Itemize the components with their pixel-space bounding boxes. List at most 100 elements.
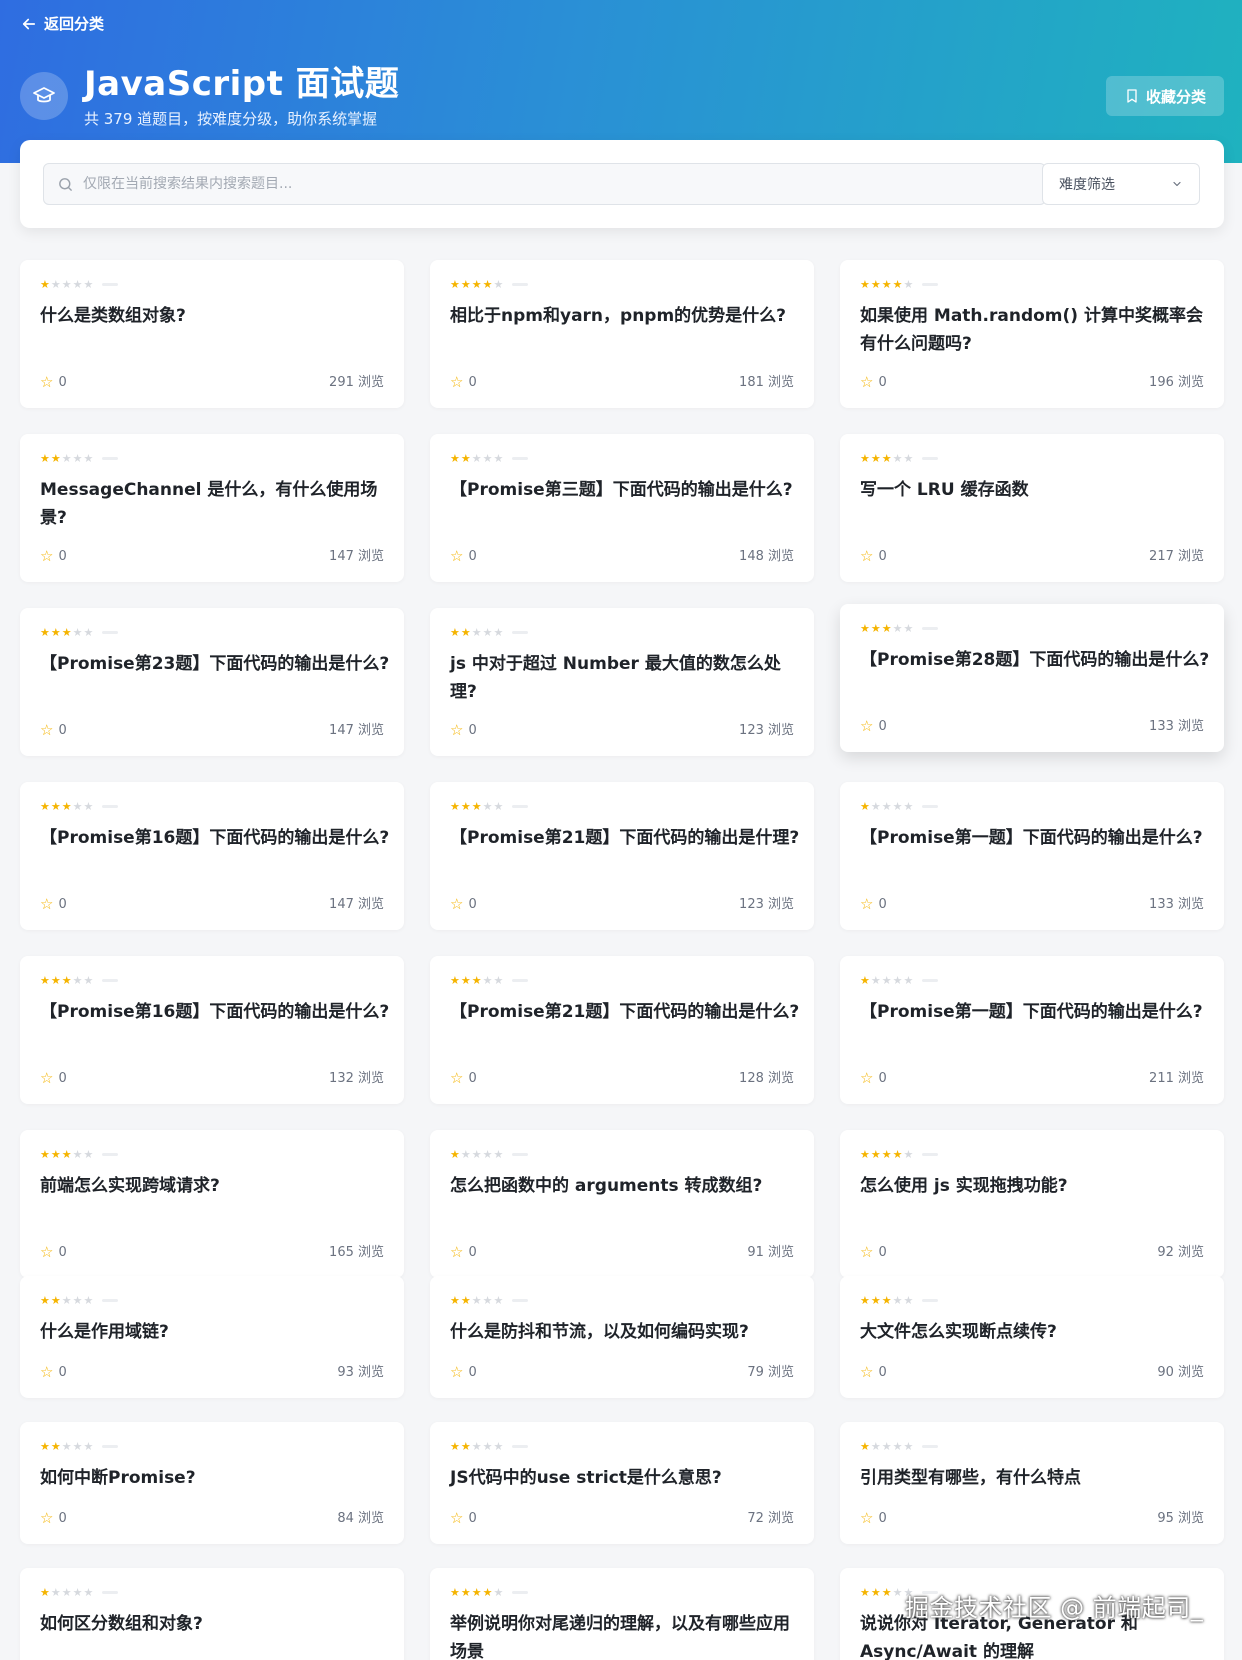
difficulty-divider <box>102 1591 119 1594</box>
star-empty-icon: ★ <box>83 452 94 465</box>
star-filled-icon: ★ <box>860 1294 870 1307</box>
star-filled-icon: ★ <box>860 800 870 813</box>
favorite-count[interactable]: ☆ 0 <box>40 549 67 565</box>
search-input[interactable] <box>83 176 1023 192</box>
difficulty-divider <box>512 979 529 982</box>
favorite-count[interactable]: ☆ 0 <box>450 1511 477 1527</box>
back-link[interactable]: 返回分类 <box>20 13 104 34</box>
star-empty-icon: ★ <box>892 974 903 987</box>
favorite-count-value: 0 <box>58 897 67 912</box>
star-filled-icon: ★ <box>460 1294 471 1307</box>
star-outline-icon: ☆ <box>450 895 464 913</box>
difficulty-stars: ★ ★ ★ ★ ★ <box>860 1149 939 1160</box>
star-empty-icon: ★ <box>50 1586 61 1599</box>
favorite-count[interactable]: ☆ 0 <box>40 723 67 739</box>
star-empty-icon: ★ <box>493 626 504 639</box>
view-count: 84 浏览 <box>337 1511 384 1526</box>
star-empty-icon: ★ <box>83 800 94 813</box>
star-empty-icon: ★ <box>881 800 892 813</box>
chevron-down-icon <box>1173 181 1181 187</box>
difficulty-stars: ★ ★ ★ ★ ★ <box>450 626 529 639</box>
question-card[interactable]: ★ ★ ★ ★ ★ 【Promise第21题】下面代码的输出是什理? ☆ 0 123 浏览 <box>430 782 814 930</box>
difficulty-divider <box>102 1299 119 1302</box>
favorite-count[interactable]: ☆ 0 <box>860 1365 887 1381</box>
star-filled-icon: ★ <box>892 278 903 291</box>
question-card[interactable]: ★ ★ ★ ★ ★ js 中对于超过 Number 最大值的数怎么处理? ☆ 0 123 浏览 <box>430 608 814 756</box>
difficulty-stars: ★ ★ ★ ★ ★ <box>860 1440 939 1453</box>
question-card[interactable]: ★ ★ ★ ★ ★ 什么是类数组对象? ☆ 0 291 浏览 <box>20 260 404 408</box>
favorite-count[interactable]: ☆ 0 <box>450 1365 477 1381</box>
favorite-category-button[interactable]: 收藏分类 <box>1106 76 1224 116</box>
favorite-count[interactable]: ☆ 0 <box>450 549 477 565</box>
favorite-count[interactable]: ☆ 0 <box>40 1071 67 1087</box>
favorite-count[interactable]: ☆ 0 <box>860 1511 887 1527</box>
favorite-count[interactable]: ☆ 0 <box>40 1245 67 1261</box>
difficulty-divider <box>512 1445 529 1448</box>
star-outline-icon: ☆ <box>450 1069 464 1087</box>
question-card[interactable]: ★ ★ ★ ★ ★ 怎么使用 js 实现拖拽功能? ☆ 0 92 浏览 <box>840 1130 1224 1278</box>
question-card[interactable]: ★ ★ ★ ★ ★ JS代码中的use strict是什么意思? ☆ 0 72 浏览 <box>430 1422 814 1544</box>
favorite-count-value: 0 <box>468 1071 477 1086</box>
difficulty-filter-select[interactable]: 难度筛选 <box>1042 163 1200 205</box>
question-card[interactable]: ★ ★ ★ ★ ★ 举例说明你对尾递归的理解，以及有哪些应用场景 <box>430 1568 814 1660</box>
favorite-category-label: 收藏分类 <box>1145 87 1206 106</box>
question-card[interactable]: ★ ★ ★ ★ ★ 前端怎么实现跨域请求? ☆ 0 165 浏览 <box>20 1130 404 1278</box>
star-empty-icon: ★ <box>892 622 903 635</box>
question-card[interactable]: ★ ★ ★ ★ ★ 大文件怎么实现断点续传? ☆ 0 90 浏览 <box>840 1276 1224 1398</box>
favorite-count[interactable]: ☆ 0 <box>40 1511 67 1527</box>
favorite-count[interactable]: ☆ 0 <box>450 1069 477 1087</box>
question-card[interactable]: ★ ★ ★ ★ ★ 【Promise第16题】下面代码的输出是什么? ☆ 0 147 浏览 <box>20 782 404 930</box>
question-title: 相比于npm和yarn，pnpm的优势是什么? <box>450 306 787 326</box>
question-card[interactable]: ★ ★ ★ ★ ★ 如何区分数组和对象? <box>20 1568 404 1660</box>
question-card[interactable]: ★ ★ ★ ★ ★ 【Promise第一题】下面代码的输出是什么? ☆ 0 133 浏览 <box>840 782 1224 930</box>
difficulty-divider <box>512 805 529 808</box>
favorite-count[interactable]: ☆ 0 <box>450 895 477 913</box>
star-filled-icon: ★ <box>881 1294 892 1307</box>
star-empty-icon: ★ <box>482 1148 493 1161</box>
question-card[interactable]: ★ ★ ★ ★ ★ 如何中断Promise? ☆ 0 84 浏览 <box>20 1422 404 1544</box>
star-outline-icon: ☆ <box>40 1363 54 1381</box>
star-empty-icon: ★ <box>881 1440 892 1453</box>
question-card[interactable]: ★ ★ ★ ★ ★ 如果使用 Math.random() 计算中奖概率会有什么问题吗? ☆ 0… <box>840 260 1224 408</box>
favorite-count-value: 0 <box>468 1245 477 1260</box>
star-empty-icon: ★ <box>482 1440 493 1453</box>
question-card[interactable]: ★ ★ ★ ★ ★ 【Promise第23题】下面代码的输出是什么? ☆ 0 147 浏览 <box>20 608 404 756</box>
question-card[interactable]: ★ ★ ★ ★ ★ 【Promise第三题】下面代码的输出是什么? ☆ 0 148 浏览 <box>430 434 814 582</box>
question-card[interactable]: ★ ★ ★ ★ ★ 【Promise第28题】下面代码的输出是什么? ☆ 0 133 浏览 <box>840 604 1224 752</box>
favorite-count-value: 0 <box>58 723 67 738</box>
favorite-count[interactable]: ☆ 0 <box>860 375 887 391</box>
question-card[interactable]: ★ ★ ★ ★ ★ 相比于npm和yarn，pnpm的优势是什么? ☆ 0 181 浏览 <box>430 260 814 408</box>
favorite-count[interactable]: ☆ 0 <box>860 549 887 565</box>
question-title: 【Promise第16题】下面代码的输出是什么? <box>40 1002 390 1022</box>
view-count: 91 浏览 <box>747 1245 794 1260</box>
favorite-count[interactable]: ☆ 0 <box>860 1071 887 1087</box>
star-filled-icon: ★ <box>40 974 50 987</box>
difficulty-divider <box>922 627 939 630</box>
favorite-count[interactable]: ☆ 0 <box>450 723 477 739</box>
difficulty-divider <box>512 283 529 286</box>
favorite-count[interactable]: ☆ 0 <box>450 1245 477 1261</box>
favorite-count[interactable]: ☆ 0 <box>860 719 887 735</box>
difficulty-stars: ★ ★ ★ ★ ★ <box>860 1294 939 1307</box>
favorite-count[interactable]: ☆ 0 <box>860 897 887 913</box>
difficulty-divider <box>922 1445 939 1448</box>
question-card[interactable]: ★ ★ ★ ★ ★ 【Promise第16题】下面代码的输出是什么? ☆ 0 132 浏览 <box>20 956 404 1104</box>
star-outline-icon: ☆ <box>40 373 54 391</box>
question-card[interactable]: ★ ★ ★ ★ ★ 怎么把函数中的 arguments 转成数组? ☆ 0 91 浏览 <box>430 1130 814 1278</box>
question-card[interactable]: ★ ★ ★ ★ ★ 什么是作用域链? ☆ 0 93 浏览 <box>20 1276 404 1398</box>
question-card[interactable]: ★ ★ ★ ★ ★ 什么是防抖和节流，以及如何编码实现? ☆ 0 79 浏览 <box>430 1276 814 1398</box>
question-card[interactable]: ★ ★ ★ ★ ★ 写一个 LRU 缓存函数 ☆ 0 217 浏览 <box>840 434 1224 582</box>
favorite-count[interactable]: ☆ 0 <box>40 373 67 391</box>
view-count: 148 浏览 <box>739 549 794 564</box>
question-card[interactable]: ★ ★ ★ ★ ★ 引用类型有哪些，有什么特点 ☆ 0 95 浏览 <box>840 1422 1224 1544</box>
question-card[interactable]: ★ ★ ★ ★ ★ 【Promise第21题】下面代码的输出是什么? ☆ 0 128 浏览 <box>430 956 814 1104</box>
question-card[interactable]: ★ ★ ★ ★ ★ MessageChannel 是什么，有什么使用场景? ☆ 0 147 浏览 <box>20 434 404 582</box>
star-filled-icon: ★ <box>50 626 61 639</box>
star-empty-icon: ★ <box>83 1294 94 1307</box>
favorite-count[interactable]: ☆ 0 <box>450 375 477 391</box>
question-title: JS代码中的use strict是什么意思? <box>450 1468 722 1488</box>
favorite-count[interactable]: ☆ 0 <box>860 1245 887 1261</box>
favorite-count[interactable]: ☆ 0 <box>40 1363 67 1381</box>
question-card[interactable]: ★ ★ ★ ★ ★ 【Promise第一题】下面代码的输出是什么? ☆ 0 211 浏览 <box>840 956 1224 1104</box>
favorite-count[interactable]: ☆ 0 <box>40 897 67 913</box>
